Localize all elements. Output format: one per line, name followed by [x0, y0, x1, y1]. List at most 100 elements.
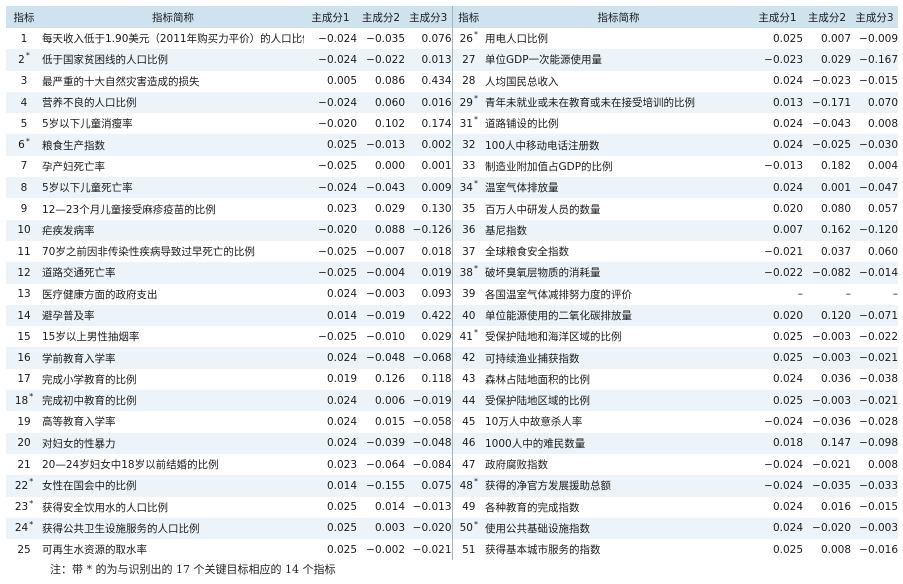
indicator-name: 100人中移动电话注册数 [485, 139, 600, 152]
pc2-value: 0.088 [374, 224, 405, 237]
pc1-value: 0.025 [326, 501, 357, 514]
indicator-number: 14 [6, 305, 42, 326]
indicator-id: 3 [20, 75, 28, 88]
pc2-value: 0.003 [374, 522, 405, 535]
indicator-number: 9 [6, 198, 42, 219]
pc1-value: −0.021 [764, 245, 803, 258]
indicator-number: 25 [6, 539, 42, 560]
indicator-id: 29 [459, 96, 473, 109]
indicator-name: 温室气体排放量 [485, 182, 559, 195]
pc1-value: 0.024 [772, 139, 803, 152]
indicator-number: 29* [451, 91, 485, 114]
indicator-name: 孕产妇死亡率 [42, 160, 105, 173]
indicator-name: 20—24岁妇女中18岁以前结婚的比例 [42, 459, 219, 472]
indicator-name: 制造业附加值占GDP的比例 [485, 160, 613, 173]
table-row: 24* 获得公共卫生设施服务的人口比例 0.025 0.003 −0.020 50* 使用公… [6, 517, 898, 540]
pc2-value: −0.010 [366, 330, 405, 343]
pc1-value: 0.024 [772, 501, 803, 514]
indicator-number: 2* [6, 49, 42, 70]
pc3-value: −0.014 [859, 266, 898, 279]
indicator-number: 38* [451, 262, 485, 284]
indicator-id: 34 [459, 181, 473, 194]
pc3-value: −0.030 [859, 139, 898, 152]
pc1-value: −0.024 [318, 32, 357, 45]
pc2-value: 0.086 [374, 75, 405, 88]
pc3-value: −0.084 [412, 458, 452, 471]
indicator-number: 15 [6, 326, 42, 347]
pc1-value: 0.024 [772, 522, 803, 535]
indicator-id: 7 [20, 160, 28, 173]
table-row: 6* 粮食生产指数 0.025 −0.013 0.002 32 100人中移动电话注册数 0.… [6, 134, 898, 156]
pc3-value: −0.167 [859, 53, 898, 66]
table-row: 10 疟疾发病率 −0.020 0.088 −0.126 36 基尼指数 0.007 0.162… [6, 219, 898, 241]
indicator-number: 42 [451, 347, 485, 369]
indicator-id: 33 [462, 160, 476, 173]
indicator-number: 45 [451, 411, 485, 433]
header-pc2: 主成分2 [361, 11, 401, 24]
pc2-value: −0.022 [366, 53, 405, 66]
pc2-value: −0.171 [812, 96, 851, 109]
indicator-number: 6* [6, 134, 42, 155]
pc3-value: −0.098 [859, 437, 898, 450]
header-short-name: 指标简称 [597, 11, 640, 24]
pc3-value: −0.016 [859, 543, 898, 556]
pc1-value: −0.024 [764, 458, 803, 471]
pc1-value: −0.024 [318, 96, 357, 109]
indicator-name: 百万人中研发人员的数量 [485, 203, 601, 216]
key-target-asterisk: * [473, 115, 478, 125]
indicator-name: 获得的净官方发展援助总额 [485, 480, 611, 493]
indicator-name: 1000人中的难民数量 [485, 437, 586, 450]
indicator-id: 44 [462, 394, 476, 407]
pc2-value: 0.147 [820, 437, 851, 450]
pc1-value: 0.024 [326, 394, 357, 407]
pc3-value: 0.019 [421, 266, 452, 279]
pc3-value: 0.008 [867, 117, 898, 130]
pc3-value: 0.130 [421, 203, 452, 216]
indicator-id: 18 [14, 394, 29, 407]
indicator-number: 49 [451, 496, 485, 518]
indicator-number: 24* [6, 518, 42, 539]
indicator-id: 39 [462, 288, 476, 301]
indicator-id: 6 [18, 139, 25, 152]
pc2-value: −0.064 [366, 458, 405, 471]
pc1-value: −0.024 [318, 53, 357, 66]
indicator-number: 33 [451, 155, 485, 178]
indicator-name: 用电人口比例 [485, 33, 548, 46]
pc2-value: 0.008 [820, 543, 851, 556]
pc2-value: 0.001 [820, 181, 851, 194]
table-row: 14 避孕普及率 0.014 −0.019 0.422 40 单位能源使用的二氧化碳排放量 0… [6, 304, 898, 327]
pc3-value: 0.009 [421, 181, 452, 194]
pc1-value: 0.024 [326, 352, 357, 365]
indicator-name: 可再生水资源的取水率 [42, 544, 147, 557]
pc2-value: 0.036 [820, 373, 851, 386]
pc1-value: 0.018 [772, 437, 803, 450]
table-row: 2* 低于国家贫困线的人口比例 −0.024 −0.022 0.013 27 单位GDP一次… [6, 49, 898, 71]
table-row: 25 可再生水资源的取水率 0.025 −0.002 −0.021 51 获得基本城市服务的… [6, 539, 898, 561]
pc2-value: −0.048 [366, 352, 405, 365]
pc3-value: – [892, 288, 898, 301]
indicator-number: 36 [451, 219, 485, 241]
indicator-number: 1 [6, 28, 42, 49]
table-row: 22* 女性在国会中的比例 0.014 −0.155 0.075 48* 获得的净官方发展援… [6, 475, 898, 497]
indicator-number: 26* [451, 28, 485, 50]
table-row: 23* 获得安全饮用水的人口比例 0.025 0.014 −0.013 49 各种教育的完成… [6, 496, 898, 518]
pc3-value: 0.060 [867, 245, 898, 258]
indicator-name: 获得公共卫生设施服务的人口比例 [42, 522, 200, 535]
pc1-value: −0.022 [764, 266, 803, 279]
table-row: 15 15岁以上男性抽烟率 −0.025 −0.010 0.029 41* 受保护陆地和海洋… [6, 326, 898, 348]
indicator-name: 道路交通死亡率 [42, 267, 116, 280]
indicator-id: 2 [18, 53, 25, 66]
pc3-value: −0.022 [859, 330, 898, 343]
indicator-name: 人均国民总收入 [485, 75, 559, 88]
pc2-value: 0.182 [820, 160, 851, 173]
pc3-value: −0.028 [859, 415, 898, 428]
pc1-value: 0.025 [772, 543, 803, 556]
indicator-name: 各国温室气体减排努力度的评价 [485, 288, 632, 301]
indicator-number: 40 [451, 304, 485, 327]
pc3-value: −0.120 [859, 224, 898, 237]
indicator-name: 完成初中教育的比例 [42, 395, 137, 408]
pc2-value: −0.155 [366, 479, 405, 492]
key-target-asterisk: * [473, 519, 478, 529]
indicator-name: 可持续渔业捕获指数 [485, 352, 580, 365]
indicator-number: 39 [451, 283, 485, 305]
